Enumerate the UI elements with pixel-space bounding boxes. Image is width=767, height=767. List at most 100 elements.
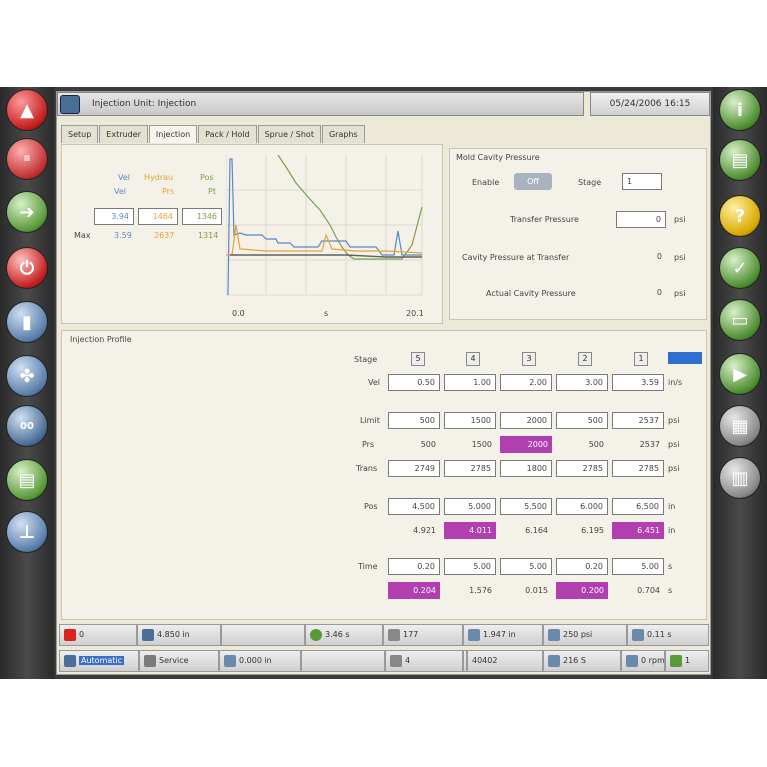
production-icon[interactable]: ▤ (6, 459, 48, 501)
profile-stage-label: Stage (354, 355, 378, 364)
stage-4-header[interactable]: 4 (466, 352, 480, 366)
print-icon[interactable]: ▦ (719, 405, 761, 447)
left-toolbar: ▲ ≡ ➔ ⏻ ▮ ✤ 00 ▤ ⊥ (0, 87, 54, 679)
screw-position: 4.850 in (157, 630, 190, 639)
tab-graphs[interactable]: Graphs (321, 125, 365, 143)
graph-panel: Vel Hydrau Pos Vel Prs Pt 3.94 1464 1346… (61, 144, 443, 324)
vel-unit: in/s (668, 378, 683, 387)
stage-1-header[interactable]: 1 (634, 352, 648, 366)
trans-stage-3[interactable]: 1800 (500, 460, 552, 477)
keyboard-icon[interactable]: ▭ (719, 299, 761, 341)
rpm-value: 0 rpm (641, 656, 665, 665)
recipe-value: 1 (685, 656, 691, 665)
time-stage-2[interactable]: 0.20 (556, 558, 608, 575)
vel-stage-5[interactable]: 0.50 (388, 374, 440, 391)
pos-stage-3[interactable]: 5.500 (500, 498, 552, 515)
tab-pack-hold[interactable]: Pack / Hold (198, 125, 257, 143)
mode-status[interactable]: Automatic (59, 650, 139, 672)
temp-status: 216 S (543, 650, 621, 672)
stage-2-header[interactable]: 2 (578, 352, 592, 366)
alarm-icon[interactable]: ▲ (6, 89, 48, 131)
login-icon[interactable]: ➔ (6, 191, 48, 233)
trans-label: Trans (356, 464, 378, 473)
pos-stage-4[interactable]: 5.000 (444, 498, 496, 515)
graph-pt-value: 1346 (182, 208, 222, 225)
actual-cavity-value: 0 (656, 288, 662, 297)
time-stage-4[interactable]: 5.00 (444, 558, 496, 575)
info-icon[interactable]: i (719, 89, 761, 131)
velocity-curve (227, 158, 422, 296)
mode-value: Automatic (79, 656, 125, 665)
robot-icon[interactable]: ✤ (6, 355, 48, 397)
time-value: 0.11 s (647, 630, 672, 639)
pos-actual-stage-2: 6.195 (581, 526, 604, 535)
vel-stage-2[interactable]: 3.00 (556, 374, 608, 391)
vel-stage-1[interactable]: 3.59 (612, 374, 664, 391)
pos-stage-2[interactable]: 6.000 (556, 498, 608, 515)
pos-actual-stage-3: 6.164 (525, 526, 548, 535)
pressure-curve (226, 224, 423, 256)
counter-icon[interactable]: 00 (6, 405, 48, 447)
help-icon[interactable]: ? (719, 195, 761, 237)
power-icon[interactable]: ⏻ (6, 247, 48, 289)
tab-extruder[interactable]: Extruder (99, 125, 148, 143)
pos-stage-5[interactable]: 4.500 (388, 498, 440, 515)
service-label: Service (159, 656, 189, 665)
time-stage-3[interactable]: 5.00 (500, 558, 552, 575)
tab-setup[interactable]: Setup (61, 125, 99, 143)
stage-field[interactable]: 1 (622, 173, 662, 190)
stage-3-header[interactable]: 3 (522, 352, 536, 366)
transfer-pressure-field[interactable]: 0 (616, 211, 666, 228)
transfer-pressure-label: Transfer Pressure (510, 215, 579, 224)
stage-5-header[interactable]: 5 (411, 352, 425, 366)
limit-stage-5[interactable]: 500 (388, 412, 440, 429)
document-icon[interactable]: ▤ (719, 139, 761, 181)
injection-graph (226, 155, 423, 296)
cushion-status: 1.947 in (463, 624, 543, 646)
screw-position-status: 4.850 in (137, 624, 221, 646)
tool-icon[interactable]: ⊥ (6, 511, 48, 553)
trans-unit: psi (668, 464, 680, 473)
tab-injection[interactable]: Injection (148, 125, 198, 143)
limit-stage-4[interactable]: 1500 (444, 412, 496, 429)
injection-unit-icon[interactable]: ▮ (6, 301, 48, 343)
time-actual-stage-5: 0.204 (388, 582, 440, 599)
time-actual-stage-4: 1.576 (469, 586, 492, 595)
prs-stage-5: 500 (420, 440, 436, 449)
alarm-history-icon[interactable]: ≡ (6, 138, 48, 180)
enable-toggle[interactable]: Off (514, 173, 552, 190)
vel-stage-3[interactable]: 2.00 (500, 374, 552, 391)
next-icon[interactable]: ▶ (719, 353, 761, 395)
trans-stage-2[interactable]: 2785 (556, 460, 608, 477)
limit-label: Limit (360, 416, 380, 425)
pos-stage-1[interactable]: 6.500 (612, 498, 664, 515)
limit-stage-3[interactable]: 2000 (500, 412, 552, 429)
tab-bar: Setup Extruder Injection Pack / Hold Spr… (61, 125, 366, 143)
pos-actual-stage-1: 6.451 (612, 522, 664, 539)
vel-stage-4[interactable]: 1.00 (444, 374, 496, 391)
trans-stage-5[interactable]: 2749 (388, 460, 440, 477)
date-time: 05/24/2006 16:15 (590, 92, 710, 116)
trans-stage-1[interactable]: 2785 (612, 460, 664, 477)
time-stage-1[interactable]: 5.00 (612, 558, 664, 575)
alarm-count-status[interactable]: 0 (59, 624, 137, 646)
time-stage-5[interactable]: 0.20 (388, 558, 440, 575)
service-status[interactable]: Service (139, 650, 219, 672)
injection-profile-panel: Injection Profile Stage 5 4 3 2 1 Vel 0.… (61, 330, 707, 620)
tab-sprue-shot[interactable]: Sprue / Shot (257, 125, 321, 143)
trans-stage-4[interactable]: 2785 (444, 460, 496, 477)
cushion-value: 1.947 in (483, 630, 516, 639)
prs-stage-1: 2537 (639, 440, 660, 449)
pos-actual-unit: in (668, 526, 676, 535)
checklist-icon[interactable]: ✓ (719, 247, 761, 289)
time-actual-unit: s (668, 586, 673, 595)
legend-prs-label: Prs (162, 187, 175, 196)
mold-icon (224, 654, 236, 667)
pressure-status: 250 psi (543, 624, 627, 646)
trash-icon[interactable]: ▥ (719, 457, 761, 499)
limit-stage-2[interactable]: 500 (556, 412, 608, 429)
timer-icon (632, 628, 644, 641)
legend-vel-label: Vel (118, 173, 130, 182)
limit-stage-1[interactable]: 2537 (612, 412, 664, 429)
legend-pt-label: Pt (208, 187, 216, 196)
